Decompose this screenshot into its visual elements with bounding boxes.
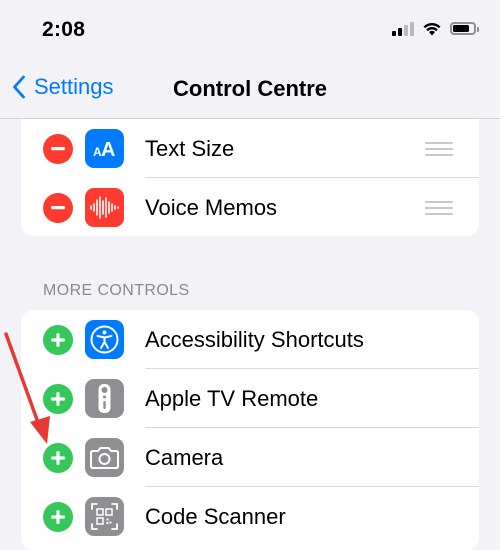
list-item[interactable]: Apple TV Remote bbox=[21, 369, 479, 428]
accessibility-icon bbox=[85, 320, 124, 359]
more-controls-list: Accessibility Shortcuts Apple TV Remote bbox=[21, 310, 479, 550]
text-size-icon: A A bbox=[85, 129, 124, 168]
camera-icon bbox=[85, 438, 124, 477]
plus-icon bbox=[51, 391, 65, 406]
add-button[interactable] bbox=[43, 324, 73, 355]
row-label: Camera bbox=[145, 444, 224, 470]
minus-icon bbox=[51, 146, 65, 150]
plus-icon bbox=[51, 332, 65, 347]
battery-icon bbox=[450, 22, 479, 35]
remove-button[interactable] bbox=[43, 133, 73, 164]
add-button[interactable] bbox=[43, 383, 73, 414]
status-time: 2:08 bbox=[42, 18, 86, 41]
row-label: Accessibility Shortcuts bbox=[145, 326, 364, 352]
code-scanner-icon bbox=[85, 497, 124, 536]
status-bar: 2:08 bbox=[0, 0, 500, 62]
status-icons bbox=[392, 21, 479, 36]
included-controls-list: A A Text Size Voice Memos bbox=[21, 119, 479, 236]
reorder-handle[interactable] bbox=[425, 141, 453, 156]
row-label: Code Scanner bbox=[145, 503, 286, 529]
list-item: Voice Memos bbox=[21, 178, 479, 236]
list-item[interactable]: Camera bbox=[21, 428, 479, 487]
list-item[interactable]: Accessibility Shortcuts bbox=[21, 310, 479, 369]
row-label: Text Size bbox=[145, 135, 235, 161]
page-title: Control Centre bbox=[173, 76, 327, 101]
remove-button[interactable] bbox=[43, 192, 73, 223]
navigation-bar: Settings Control Centre bbox=[0, 62, 500, 118]
minus-icon bbox=[51, 205, 65, 209]
svg-text:A: A bbox=[101, 139, 115, 161]
add-button[interactable] bbox=[43, 501, 73, 532]
voice-memos-icon bbox=[85, 188, 124, 227]
list-item[interactable]: Code Scanner bbox=[21, 487, 479, 546]
section-header: MORE CONTROLS bbox=[43, 282, 190, 299]
wifi-icon bbox=[423, 22, 441, 36]
reorder-handle[interactable] bbox=[425, 200, 453, 215]
row-label: Apple TV Remote bbox=[145, 385, 319, 411]
plus-icon bbox=[51, 509, 65, 524]
cellular-signal-icon bbox=[392, 21, 414, 36]
add-button[interactable] bbox=[43, 442, 73, 473]
apple-tv-remote-icon bbox=[85, 379, 124, 418]
row-label: Voice Memos bbox=[145, 194, 278, 220]
list-item: A A Text Size bbox=[21, 119, 479, 178]
plus-icon bbox=[51, 450, 65, 465]
